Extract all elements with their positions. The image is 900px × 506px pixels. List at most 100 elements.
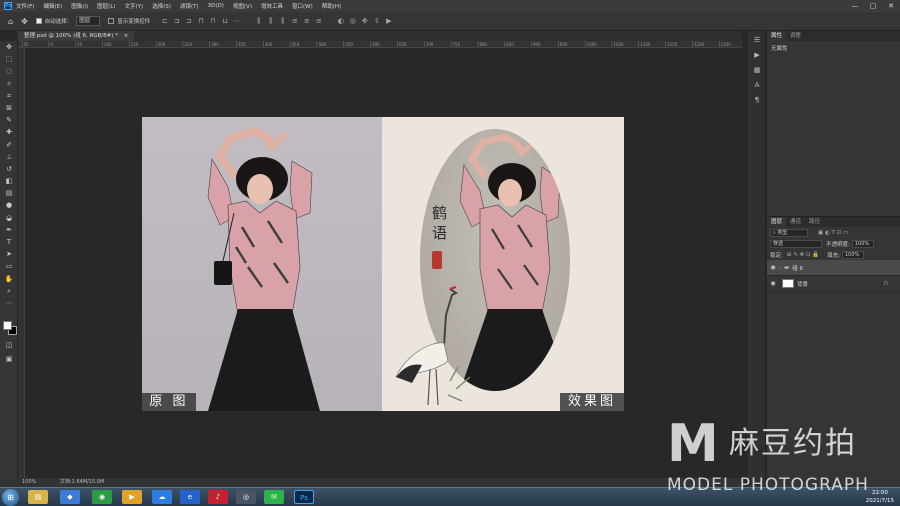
- 3d-scale-icon[interactable]: ▶: [384, 17, 393, 26]
- magic-wand-tool-icon[interactable]: ✧: [0, 78, 18, 90]
- menu-window[interactable]: 窗口(W): [292, 2, 313, 10]
- lasso-tool-icon[interactable]: ◌: [0, 65, 18, 77]
- menu-type[interactable]: 文字(Y): [125, 2, 144, 10]
- move-tool-icon[interactable]: ✥: [21, 17, 28, 26]
- dodge-tool-icon[interactable]: ◒: [0, 212, 18, 224]
- tab-adjustments[interactable]: 调整: [786, 31, 805, 41]
- visibility-eye-icon[interactable]: ◉: [767, 280, 779, 287]
- frame-tool-icon[interactable]: ⊠: [0, 102, 18, 114]
- blur-tool-icon[interactable]: ●: [0, 199, 18, 211]
- menu-edit[interactable]: 编辑(E): [43, 2, 62, 10]
- screen-mode-icon[interactable]: ▣: [0, 353, 18, 365]
- distribute-bottom-icon[interactable]: ≡: [314, 17, 323, 26]
- start-button[interactable]: ⊞: [2, 489, 19, 506]
- distribute-top-icon[interactable]: ≡: [290, 17, 299, 26]
- menu-filter[interactable]: 滤镜(T): [180, 2, 199, 10]
- 3d-pan-icon[interactable]: ✥: [360, 17, 369, 26]
- 3d-orbit-icon[interactable]: ◐: [336, 17, 345, 26]
- document-tab[interactable]: 整理.psd @ 100% (组 6, RGB/8#) * ×: [18, 31, 135, 41]
- align-top-icon[interactable]: ⊓: [196, 17, 205, 26]
- show-transform-checkbox[interactable]: [108, 18, 115, 24]
- more-options-icon[interactable]: ⋯: [232, 17, 241, 26]
- distribute-middle-icon[interactable]: ≡: [302, 17, 311, 26]
- internet-explorer-icon[interactable]: e: [180, 490, 200, 504]
- menu-3d[interactable]: 3D(D): [208, 3, 224, 9]
- align-center-icon[interactable]: ⊐: [172, 17, 181, 26]
- close-button[interactable]: ✕: [882, 0, 900, 12]
- maximize-button[interactable]: ▢: [864, 0, 882, 12]
- system-clock[interactable]: 22:00 2021/7/15: [866, 489, 894, 505]
- menu-layer[interactable]: 图层(L): [97, 2, 115, 10]
- photoshop-taskbar-icon[interactable]: Ps: [294, 490, 314, 504]
- eraser-tool-icon[interactable]: ◧: [0, 175, 18, 187]
- wechat-icon[interactable]: ✉: [264, 490, 284, 504]
- blend-mode-dropdown[interactable]: 穿透: [770, 239, 822, 248]
- gradient-tool-icon[interactable]: ▤: [0, 187, 18, 199]
- distribute-left-icon[interactable]: ⫼: [254, 17, 263, 26]
- quick-mask-icon[interactable]: ◫: [0, 339, 18, 351]
- history-panel-icon[interactable]: ☰: [747, 34, 767, 46]
- move-tool-icon[interactable]: ✥: [0, 41, 18, 53]
- cloud-icon[interactable]: ☁: [152, 490, 172, 504]
- actions-panel-icon[interactable]: ▶: [747, 49, 767, 61]
- hand-tool-icon[interactable]: ✋: [0, 273, 18, 285]
- lock-icons[interactable]: ⊞ ✎ ✥ ⊡ 🔒: [787, 252, 819, 258]
- align-right-icon[interactable]: ⊐: [184, 17, 193, 26]
- layer-row-group[interactable]: ◉ › ▬ 组 6: [767, 260, 900, 276]
- opacity-input[interactable]: 100%: [851, 239, 874, 248]
- history-brush-tool-icon[interactable]: ↺: [0, 163, 18, 175]
- foreground-color-swatch[interactable]: [3, 321, 12, 330]
- menu-help[interactable]: 帮助(H): [322, 2, 341, 10]
- filter-icons[interactable]: ▣ ◐ T ⊡ ▭: [818, 230, 848, 236]
- libraries-panel-icon[interactable]: ▦: [747, 64, 767, 76]
- tab-properties[interactable]: 属性: [767, 31, 787, 41]
- fill-input[interactable]: 100%: [842, 250, 864, 259]
- tab-layers[interactable]: 图层: [767, 217, 787, 227]
- shape-tool-icon[interactable]: ▭: [0, 260, 18, 272]
- stamp-tool-icon[interactable]: ⊥: [0, 151, 18, 163]
- media-player-icon[interactable]: ▶: [122, 490, 142, 504]
- visibility-eye-icon[interactable]: ◉: [767, 264, 779, 271]
- app-icon[interactable]: ◆: [60, 490, 80, 504]
- layer-filter-dropdown[interactable]: ⌕ 类型: [770, 228, 808, 237]
- 3d-roll-icon[interactable]: ◎: [348, 17, 357, 26]
- artboard[interactable]: 原 图 鹤语 效果图: [142, 117, 624, 411]
- home-icon[interactable]: ⌂: [8, 17, 13, 26]
- auto-select-dropdown[interactable]: 图层: [76, 16, 101, 26]
- tab-paths[interactable]: 路径: [805, 217, 824, 227]
- browser-360-icon[interactable]: ◉: [92, 490, 112, 504]
- minimize-button[interactable]: —: [846, 0, 864, 12]
- menu-select[interactable]: 选择(S): [152, 2, 171, 10]
- align-middle-icon[interactable]: ⊓: [208, 17, 217, 26]
- marquee-tool-icon[interactable]: ⬚: [0, 53, 18, 65]
- expand-chevron-icon[interactable]: ›: [779, 265, 781, 271]
- file-explorer-icon[interactable]: ▤: [28, 490, 48, 504]
- type-tool-icon[interactable]: T: [0, 236, 18, 248]
- auto-select-checkbox[interactable]: [35, 18, 42, 24]
- netease-music-icon[interactable]: ♪: [208, 490, 228, 504]
- align-bottom-icon[interactable]: ⊔: [220, 17, 229, 26]
- healing-brush-tool-icon[interactable]: ✚: [0, 126, 18, 138]
- document-size[interactable]: 文档:1.64M/15.0M: [60, 478, 104, 487]
- menu-file[interactable]: 文件(F): [16, 2, 34, 10]
- more-tools-icon[interactable]: ⋯: [0, 297, 18, 309]
- document-tab-close-icon[interactable]: ×: [124, 33, 129, 39]
- distribute-center-icon[interactable]: ⫼: [266, 17, 275, 26]
- pen-tool-icon[interactable]: ✒: [0, 224, 18, 236]
- character-panel-icon[interactable]: A: [747, 79, 767, 91]
- cinema4d-icon[interactable]: ◎: [236, 490, 256, 504]
- layer-row-background[interactable]: ◉ 背景 ⊓: [767, 276, 900, 292]
- paragraph-panel-icon[interactable]: ¶: [747, 94, 767, 106]
- 3d-slide-icon[interactable]: ⇳: [372, 17, 381, 26]
- tab-channels[interactable]: 通道: [786, 217, 805, 227]
- color-swatches[interactable]: [3, 321, 17, 335]
- align-left-icon[interactable]: ⊏: [160, 17, 169, 26]
- brush-tool-icon[interactable]: ✐: [0, 139, 18, 151]
- menu-view[interactable]: 视图(V): [233, 2, 252, 10]
- crop-tool-icon[interactable]: ⌗: [0, 90, 18, 102]
- menu-plugins[interactable]: 增效工具: [261, 2, 283, 10]
- path-selection-tool-icon[interactable]: ➤: [0, 248, 18, 260]
- distribute-right-icon[interactable]: ⫼: [278, 17, 287, 26]
- zoom-level[interactable]: 100%: [22, 478, 36, 487]
- eyedropper-tool-icon[interactable]: ✎: [0, 114, 18, 126]
